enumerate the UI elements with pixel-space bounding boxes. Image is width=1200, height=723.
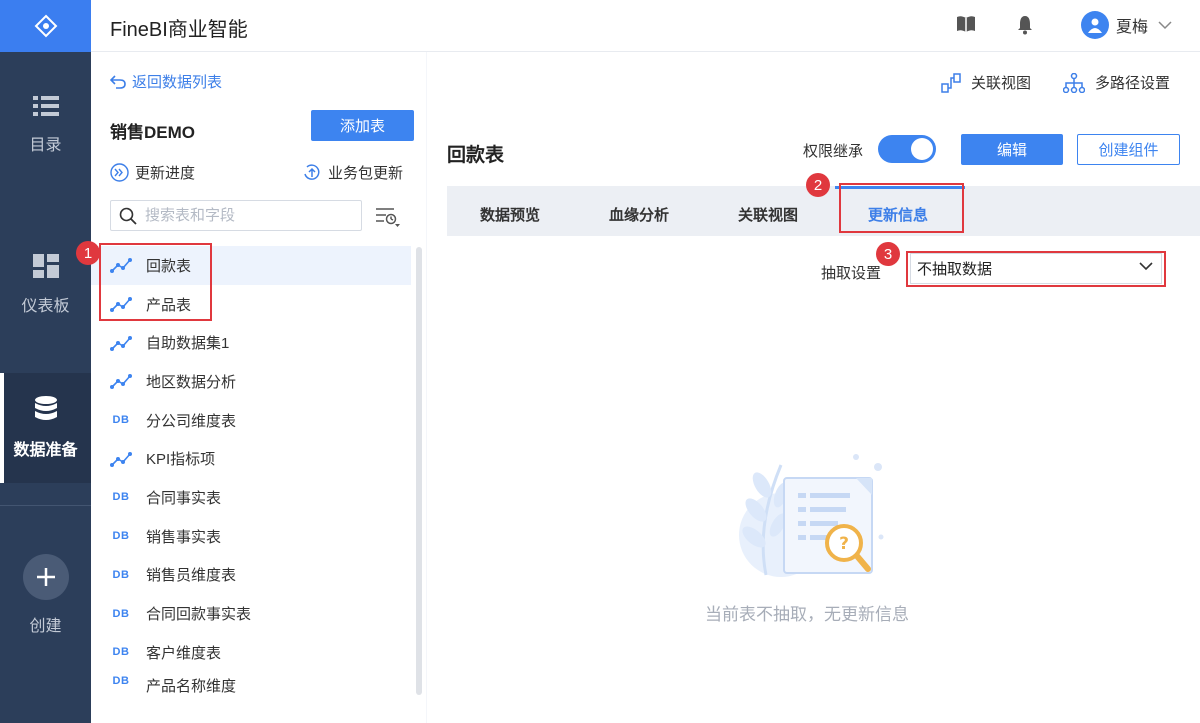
filter-sort-icon[interactable] xyxy=(375,206,401,228)
self-service-dataset-icon xyxy=(110,335,132,351)
plus-icon xyxy=(36,568,55,586)
self-service-dataset-icon xyxy=(110,451,132,467)
table-row-销售事实表[interactable]: DB 销售事实表 xyxy=(91,517,411,556)
update-progress-label: 更新进度 xyxy=(135,165,196,182)
self-service-dataset-icon xyxy=(110,374,132,390)
chevron-down-icon xyxy=(1158,20,1172,29)
sidebar: 返回数据列表 销售DEMO 添加表 更新进度 业务包更新 回款表 产品表 自助数… xyxy=(91,52,426,723)
table-row-合同事实表[interactable]: DB 合同事实表 xyxy=(91,478,411,517)
nav-divider xyxy=(0,505,91,506)
progress-icon xyxy=(110,163,129,182)
annotation-box-1 xyxy=(99,243,212,321)
nav-label-catalog: 目录 xyxy=(29,137,62,154)
user-name: 夏梅 xyxy=(1116,19,1149,36)
empty-state-illustration: ? xyxy=(739,454,884,577)
svg-text:?: ? xyxy=(839,534,849,554)
table-row-产品名称维度[interactable]: DB 产品名称维度 xyxy=(91,672,411,694)
app-title: FineBI商业智能 xyxy=(110,19,248,41)
multipath-label: 多路径设置 xyxy=(1095,75,1171,92)
list-icon xyxy=(32,96,59,116)
nav-item-data-prep[interactable]: 数据准备 xyxy=(0,373,91,483)
db-table-icon: DB xyxy=(112,530,130,543)
table-name: 客户维度表 xyxy=(146,644,222,662)
annotation-box-3 xyxy=(906,251,1166,287)
user-menu[interactable]: 夏梅 xyxy=(1081,11,1172,39)
table-title: 回款表 xyxy=(447,145,505,166)
nav-item-create[interactable]: 创建 xyxy=(0,540,91,650)
add-table-button[interactable]: 添加表 xyxy=(311,110,414,141)
table-name: 销售事实表 xyxy=(146,528,222,546)
tab-data-preview[interactable]: 数据预览 xyxy=(480,204,540,225)
nav-label-create: 创建 xyxy=(29,618,62,635)
permission-inherit-label: 权限继承 xyxy=(803,143,864,160)
table-name: 合同回款事实表 xyxy=(146,606,252,624)
relation-view-icon xyxy=(941,72,961,93)
edit-button[interactable]: 编辑 xyxy=(961,134,1063,165)
table-name: 自助数据集1 xyxy=(146,335,230,353)
annotation-badge-2: 2 xyxy=(806,173,830,197)
table-name: 合同事实表 xyxy=(146,489,222,507)
table-name: KPI指标项 xyxy=(146,451,216,469)
relation-view-button[interactable]: 关联视图 xyxy=(941,72,1031,93)
annotation-badge-3: 3 xyxy=(876,242,900,266)
db-table-icon: DB xyxy=(112,674,130,687)
table-name: 分公司维度表 xyxy=(146,412,237,430)
database-icon xyxy=(34,396,57,420)
search-icon xyxy=(119,207,137,225)
back-arrow-icon xyxy=(110,74,126,89)
table-row-分公司维度表[interactable]: DB 分公司维度表 xyxy=(91,401,411,440)
logo[interactable] xyxy=(0,0,91,52)
relation-view-label: 关联视图 xyxy=(971,75,1032,92)
header: FineBI商业智能 夏梅 xyxy=(91,0,1200,52)
table-name: 地区数据分析 xyxy=(146,373,237,391)
toggle-knob xyxy=(911,138,933,160)
update-progress-button[interactable]: 更新进度 xyxy=(110,162,195,183)
nav-label-dashboard: 仪表板 xyxy=(21,298,70,315)
hierarchy-icon xyxy=(1063,72,1085,93)
db-table-icon: DB xyxy=(112,568,130,581)
dashboard-icon xyxy=(32,254,59,278)
table-row-KPI指标项[interactable]: KPI指标项 xyxy=(91,439,411,478)
left-nav: 目录 仪表板 数据准备 创建 xyxy=(0,0,91,723)
extract-settings-label: 抽取设置 xyxy=(821,265,882,282)
book-icon[interactable] xyxy=(956,15,976,33)
refresh-upload-icon xyxy=(304,164,320,180)
table-list-scrollbar[interactable] xyxy=(416,247,422,695)
db-table-icon: DB xyxy=(112,607,130,620)
empty-state-message: 当前表不抽取，无更新信息 xyxy=(705,605,909,624)
back-label: 返回数据列表 xyxy=(132,74,223,91)
table-row-销售员维度表[interactable]: DB 销售员维度表 xyxy=(91,556,411,595)
table-row-合同回款事实表[interactable]: DB 合同回款事实表 xyxy=(91,594,411,633)
db-table-icon: DB xyxy=(112,646,130,659)
nav-item-catalog[interactable]: 目录 xyxy=(0,70,91,180)
table-row-地区数据分析[interactable]: 地区数据分析 xyxy=(91,362,411,401)
nav-label-data-prep: 数据准备 xyxy=(13,442,78,459)
avatar xyxy=(1081,11,1109,39)
bell-icon[interactable] xyxy=(1017,15,1033,35)
multipath-settings-button[interactable]: 多路径设置 xyxy=(1063,72,1170,93)
db-table-icon: DB xyxy=(112,491,130,504)
table-row-自助数据集1[interactable]: 自助数据集1 xyxy=(91,323,411,362)
tab-lineage-analysis[interactable]: 血缘分析 xyxy=(609,204,669,225)
permission-inherit-toggle[interactable] xyxy=(878,135,936,163)
top-action-bar: 关联视图 多路径设置 xyxy=(427,52,1200,114)
table-row-客户维度表[interactable]: DB 客户维度表 xyxy=(91,633,411,672)
create-component-button[interactable]: 创建组件 xyxy=(1077,134,1180,165)
package-update-label: 业务包更新 xyxy=(328,165,404,182)
package-name: 销售DEMO xyxy=(110,123,195,142)
user-icon xyxy=(1088,18,1102,33)
create-button[interactable] xyxy=(22,554,69,600)
back-to-data-list-link[interactable]: 返回数据列表 xyxy=(110,71,222,92)
search-input[interactable] xyxy=(145,207,345,224)
annotation-badge-1: 1 xyxy=(76,241,100,265)
tab-relation-view[interactable]: 关联视图 xyxy=(738,204,798,225)
logo-icon xyxy=(34,14,57,38)
table-search[interactable] xyxy=(110,200,362,231)
annotation-box-2 xyxy=(839,183,964,233)
table-name: 销售员维度表 xyxy=(146,567,237,585)
db-table-icon: DB xyxy=(112,414,130,427)
package-update-button[interactable]: 业务包更新 xyxy=(302,162,403,183)
table-name: 产品名称维度 xyxy=(146,677,237,694)
